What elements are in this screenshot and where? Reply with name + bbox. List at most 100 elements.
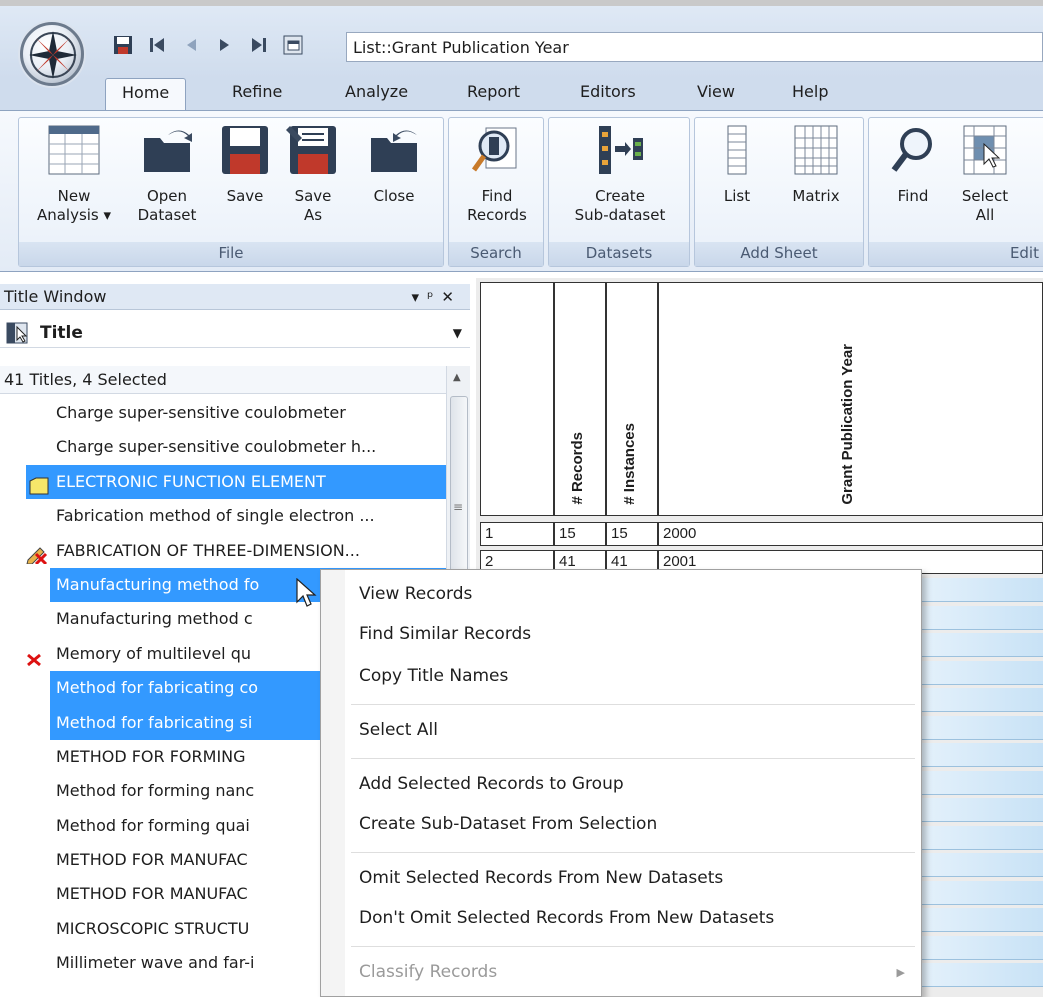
matrix-cell-strip[interactable] [920, 770, 1043, 795]
matrix-cell-strip[interactable] [920, 935, 1043, 960]
create-sub-dataset-item[interactable]: Create Sub-Dataset From Selection [359, 814, 657, 834]
save-quick-button[interactable] [112, 34, 134, 56]
previous-record-button[interactable] [180, 34, 202, 56]
arrow-right-icon [220, 39, 229, 51]
tab-refine[interactable]: Refine [232, 78, 282, 110]
view-records-item[interactable]: View Records [359, 584, 472, 604]
omit-pencil-icon [26, 542, 48, 568]
find-button[interactable]: Find [883, 124, 943, 206]
window-list-button[interactable] [282, 34, 304, 56]
list-label: List [723, 187, 751, 205]
matrix-cell-strip[interactable] [920, 715, 1043, 740]
matrix-cell-strip[interactable] [920, 825, 1043, 850]
matrix-cell-strip[interactable] [920, 963, 1043, 987]
matrix-cell-strip[interactable] [920, 880, 1043, 905]
list-button[interactable]: List [709, 124, 765, 206]
select-all-button[interactable]: Select All [953, 124, 1017, 225]
tab-report[interactable]: Report [467, 78, 520, 110]
matrix-cell-strip[interactable] [920, 798, 1043, 822]
arrow-left-icon [187, 39, 196, 51]
skip-first-icon [150, 38, 164, 52]
open-dataset-button[interactable]: Open Dataset [129, 124, 205, 225]
title-text: Millimeter wave and far-i [56, 953, 255, 973]
title-list-item[interactable]: ELECTRONIC FUNCTION ELEMENT [26, 464, 446, 500]
mouse-pointer-icon [296, 578, 317, 607]
tab-home[interactable]: Home [105, 78, 187, 112]
new-analysis-button[interactable]: New Analysis ▾ [29, 124, 119, 225]
year-cell: 2000 [658, 522, 1043, 546]
title-text: METHOD FOR FORMING [56, 746, 246, 766]
matrix-button[interactable]: Matrix [781, 124, 851, 206]
tab-analyze[interactable]: Analyze [345, 78, 408, 110]
find-records-button[interactable]: Find Records [455, 124, 539, 225]
field-selector-value: Title [40, 323, 83, 343]
scroll-up-icon[interactable]: ▲ [453, 372, 461, 383]
matrix-cell-strip[interactable] [920, 743, 1043, 767]
dropdown-icon[interactable]: ▾ [411, 288, 427, 306]
matrix-cell-strip[interactable] [920, 633, 1043, 657]
find-similar-records-item[interactable]: Find Similar Records [359, 624, 531, 644]
matrix-cell-strip[interactable] [920, 605, 1043, 630]
magnifier-icon [891, 128, 932, 172]
context-menu: View Records Find Similar Records Copy T… [320, 569, 922, 997]
title-text: Memory of multilevel qu [56, 643, 251, 663]
tab-editors[interactable]: Editors [580, 78, 636, 110]
dont-omit-records-item[interactable]: Don't Omit Selected Records From New Dat… [359, 908, 774, 928]
menu-separator [351, 946, 915, 947]
save-as-line2: As [303, 206, 323, 224]
classify-records-item[interactable]: Classify Records [359, 962, 497, 982]
tab-view[interactable]: View [697, 78, 735, 110]
title-text: Charge super-sensitive coulobmeter h... [56, 437, 377, 457]
select-all-item[interactable]: Select All [359, 720, 438, 740]
title-list-item[interactable]: FABRICATION OF THREE-DIMENSION... [0, 534, 446, 568]
matrix-cell-strip[interactable] [920, 660, 1043, 685]
close-line1: Close [373, 187, 415, 205]
title-list-item[interactable]: Fabrication method of single electron ..… [0, 499, 446, 533]
title-text: MICROSCOPIC STRUCTU [56, 918, 250, 938]
select-all-line1: Select [961, 187, 1009, 205]
save-button[interactable]: Save [215, 124, 275, 206]
create-sub-dataset-button[interactable]: Create Sub-dataset [555, 124, 685, 225]
document-title-field[interactable]: List::Grant Publication Year [346, 32, 1043, 62]
records-cell: 15 [554, 522, 606, 546]
year-column-header[interactable]: Grant Publication Year [658, 282, 1043, 516]
copy-title-names-item[interactable]: Copy Title Names [359, 666, 508, 686]
title-text: ELECTRONIC FUNCTION ELEMENT [56, 471, 326, 491]
field-cursor-icon [6, 322, 28, 344]
field-selector[interactable]: Title ▼ [0, 318, 470, 348]
edit-group: Find Select All Edit [868, 117, 1043, 267]
year-column-label: Grant Publication Year [839, 344, 856, 505]
title-list-item[interactable]: Charge super-sensitive coulobmeter [0, 396, 446, 430]
omit-records-item[interactable]: Omit Selected Records From New Datasets [359, 868, 723, 888]
first-record-button[interactable] [146, 34, 168, 56]
instances-column-label: # Instances [621, 423, 638, 505]
close-button[interactable]: Close [357, 124, 431, 206]
chevron-down-icon[interactable]: ▼ [453, 318, 462, 348]
matrix-corner-header [480, 282, 554, 516]
title-bar: List::Grant Publication Year [0, 0, 1043, 86]
matrix-cell-strip[interactable] [920, 908, 1043, 932]
save-as-icon [286, 126, 336, 174]
title-list-item[interactable]: Charge super-sensitive coulobmeter h... [0, 430, 446, 464]
menu-separator [351, 704, 915, 705]
instances-column-header[interactable]: # Instances [606, 282, 658, 516]
new-analysis-line1: New [57, 187, 91, 205]
search-group: Find Records Search [448, 117, 544, 267]
tab-help[interactable]: Help [792, 78, 828, 110]
records-column-header[interactable]: # Records [554, 282, 606, 516]
matrix-cell-strip[interactable] [920, 853, 1043, 877]
next-record-button[interactable] [214, 34, 236, 56]
title-text: FABRICATION OF THREE-DIMENSION... [56, 540, 360, 560]
app-menu-button[interactable] [20, 22, 84, 86]
add-to-group-item[interactable]: Add Selected Records to Group [359, 774, 624, 794]
matrix-cell-strip[interactable] [920, 688, 1043, 712]
matrix-cell-strip[interactable] [920, 578, 1043, 602]
title-window-header: Title Window ▾ᵖ✕ [0, 284, 470, 310]
save-as-button[interactable]: Save As [283, 124, 343, 225]
floppy-icon [114, 36, 132, 54]
last-record-button[interactable] [248, 34, 270, 56]
close-icon[interactable]: ✕ [441, 288, 462, 306]
title-window-caption: Title Window [4, 287, 107, 306]
matrix-row[interactable]: 1 15 15 2000 [480, 522, 1043, 546]
pin-icon[interactable]: ᵖ [427, 288, 441, 306]
